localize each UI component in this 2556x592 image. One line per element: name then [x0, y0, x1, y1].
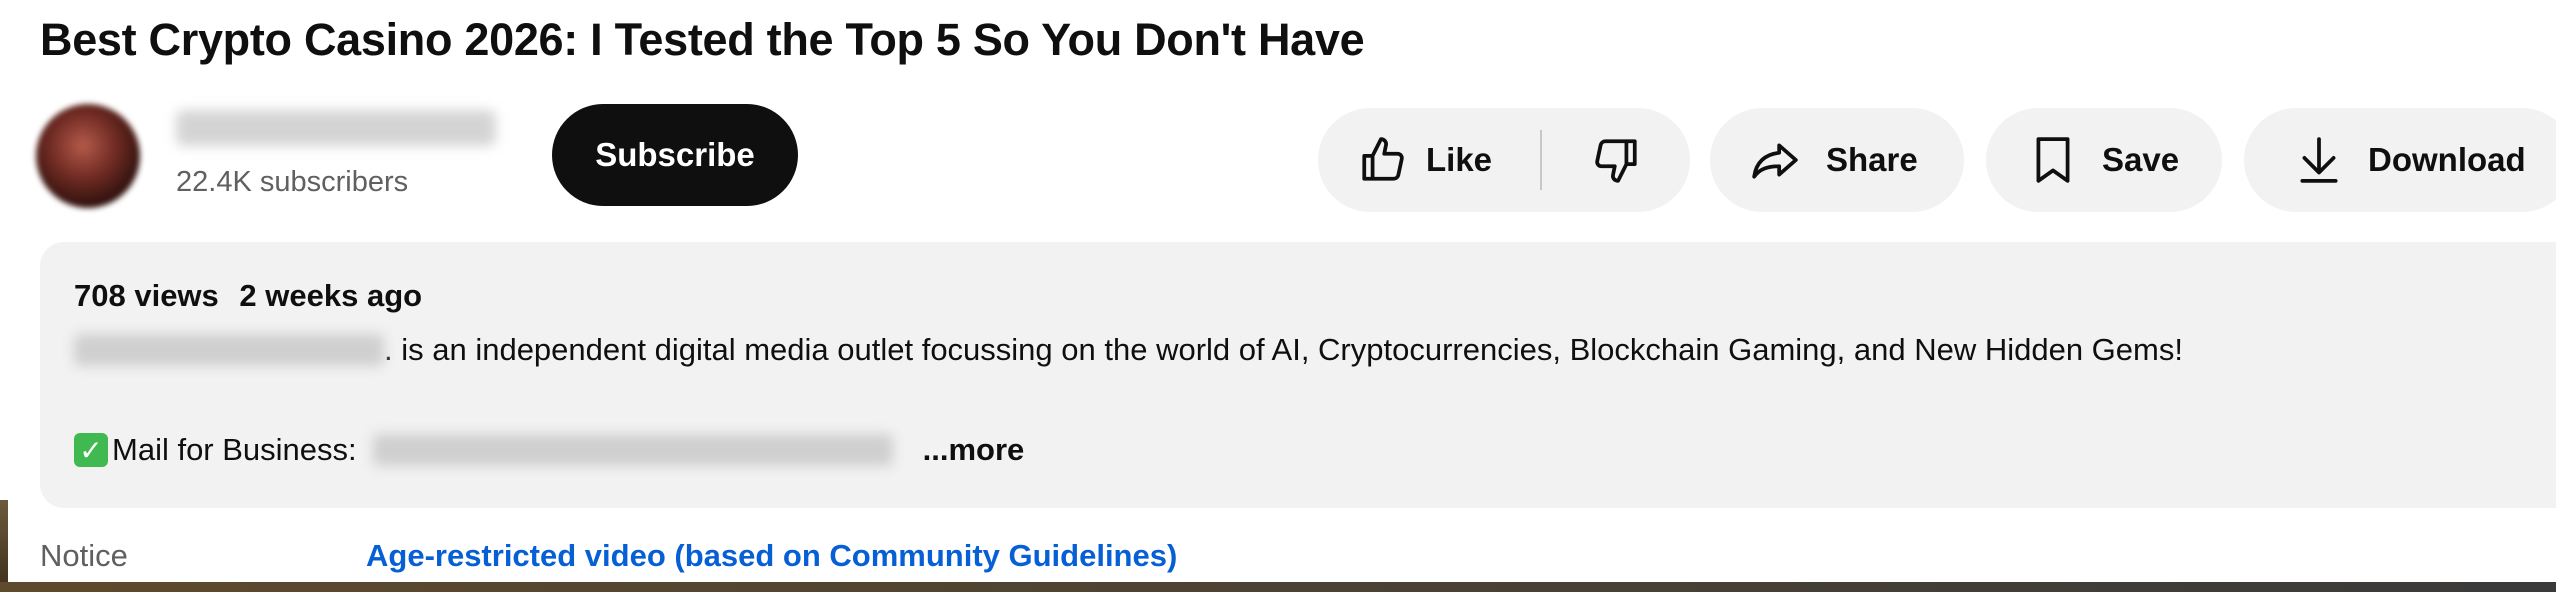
like-button[interactable]: Like — [1318, 108, 1540, 212]
download-icon — [2300, 137, 2338, 183]
mail-label: Mail for Business: — [112, 432, 357, 467]
download-button[interactable]: Download — [2244, 108, 2556, 212]
checkmark-emoji-icon: ✓ — [74, 433, 108, 467]
channel-avatar[interactable] — [36, 104, 140, 208]
view-meta: 708 views 2 weeks ago — [74, 278, 422, 314]
thumbs-up-icon — [1362, 137, 1404, 181]
frame-edge-left — [0, 500, 8, 592]
download-label: Download — [2368, 141, 2526, 178]
thumbs-down-icon — [1595, 139, 1637, 183]
redacted-email — [372, 434, 893, 466]
share-label: Share — [1826, 141, 1918, 178]
notice-label: Notice — [40, 538, 128, 573]
share-button[interactable]: Share — [1710, 108, 1964, 212]
subscribe-button[interactable]: Subscribe — [552, 104, 798, 206]
age-restriction-link[interactable]: Age-restricted video (based on Community… — [366, 538, 1177, 574]
save-label: Save — [2102, 141, 2180, 178]
subscriber-count: 22.4K subscribers — [176, 166, 409, 198]
description-text-line: . is an independent digital media outlet… — [74, 332, 2183, 368]
description-text: . is an independent digital media outlet… — [384, 332, 2183, 367]
redacted-channel-name — [74, 334, 384, 366]
channel-name-redacted[interactable] — [176, 110, 496, 146]
like-dislike-group: Like — [1318, 108, 1690, 212]
like-label: Like — [1426, 141, 1493, 178]
bookmark-icon — [2036, 137, 2070, 183]
mail-line: ✓ Mail for Business: ...more — [74, 432, 1024, 468]
show-more-link[interactable]: ...more — [923, 432, 1025, 468]
frame-edge-bottom — [0, 582, 2556, 592]
save-button[interactable]: Save — [1986, 108, 2222, 212]
view-count: 708 views — [74, 278, 219, 313]
video-metadata-panel: Best Crypto Casino 2026: I Tested the To… — [0, 0, 2556, 592]
video-title: Best Crypto Casino 2026: I Tested the To… — [40, 14, 1365, 65]
dislike-button[interactable] — [1542, 108, 1690, 212]
share-arrow-icon — [1752, 143, 1798, 179]
upload-age: 2 weeks ago — [239, 278, 423, 313]
description-box[interactable]: 708 views 2 weeks ago . is an independen… — [40, 242, 2556, 508]
